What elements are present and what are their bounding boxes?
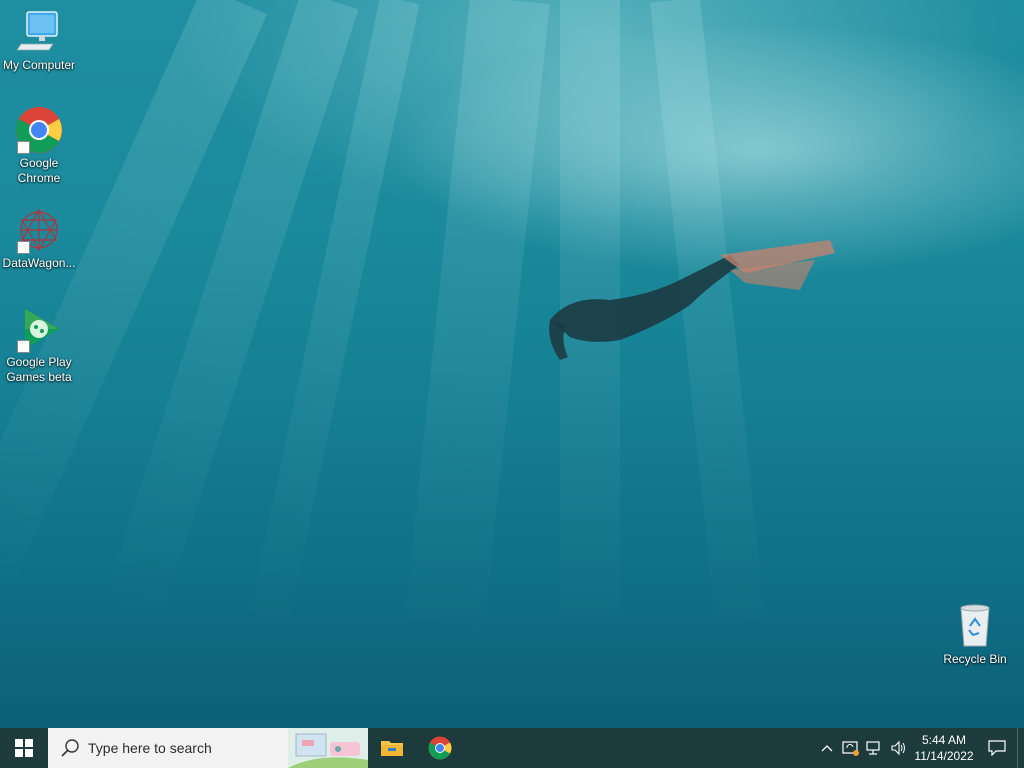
chevron-up-icon bbox=[821, 745, 833, 752]
notification-icon bbox=[988, 740, 1006, 756]
taskbar-search-box[interactable]: Type here to search bbox=[48, 728, 368, 768]
desktop-icon-google-chrome[interactable]: Google Chrome bbox=[1, 106, 77, 186]
update-icon bbox=[842, 741, 859, 756]
desktop-icon-google-play-games[interactable]: Google Play Games beta bbox=[1, 305, 77, 385]
shortcut-arrow-icon bbox=[17, 340, 30, 353]
recycle-bin-icon bbox=[951, 602, 999, 650]
desktop-background: My Computer Google Chrome DataWagon... G… bbox=[0, 0, 1024, 728]
taskbar-clock[interactable]: 5:44 AM 11/14/2022 bbox=[911, 728, 977, 768]
desktop-icon-label: My Computer bbox=[2, 58, 76, 72]
search-icon bbox=[61, 739, 79, 757]
volume-icon bbox=[891, 740, 905, 756]
tray-update-status[interactable] bbox=[839, 728, 863, 768]
taskbar-file-explorer[interactable] bbox=[368, 728, 416, 768]
google-play-games-icon bbox=[15, 305, 63, 353]
windows-logo-icon bbox=[15, 739, 33, 757]
search-highlight-illustration bbox=[288, 728, 368, 768]
search-placeholder: Type here to search bbox=[88, 740, 212, 756]
taskbar-google-chrome[interactable] bbox=[416, 728, 464, 768]
chrome-icon bbox=[15, 106, 63, 154]
show-hidden-icons-button[interactable] bbox=[815, 728, 839, 768]
chrome-icon bbox=[428, 736, 452, 760]
start-button[interactable] bbox=[0, 728, 48, 768]
tray-volume[interactable] bbox=[887, 728, 911, 768]
file-explorer-icon bbox=[381, 741, 403, 756]
show-desktop-button[interactable] bbox=[1017, 728, 1024, 768]
desktop-icon-label: Google Chrome bbox=[17, 156, 61, 185]
datawagon-icon bbox=[15, 206, 63, 254]
computer-icon bbox=[15, 8, 63, 56]
desktop-icon-label: DataWagon... bbox=[2, 256, 76, 270]
light-ray bbox=[390, 0, 550, 728]
desktop-icon-label: Recycle Bin bbox=[943, 652, 1007, 666]
swimmer-silhouette bbox=[549, 240, 835, 360]
shortcut-arrow-icon bbox=[17, 141, 30, 154]
action-center-button[interactable] bbox=[977, 728, 1017, 768]
desktop-icon-datawagon[interactable]: DataWagon... bbox=[1, 206, 77, 271]
clock-time: 5:44 AM bbox=[921, 733, 967, 747]
taskbar: Type here to search 5:44 AM 11/14/2022 bbox=[0, 728, 1024, 768]
desktop-icon-recycle-bin[interactable]: Recycle Bin bbox=[937, 602, 1013, 667]
desktop-icon-my-computer[interactable]: My Computer bbox=[1, 8, 77, 73]
clock-date: 11/14/2022 bbox=[914, 749, 974, 763]
network-icon bbox=[866, 741, 880, 755]
desktop-icon-label: Google Play Games beta bbox=[6, 355, 72, 384]
system-tray: 5:44 AM 11/14/2022 bbox=[815, 728, 1024, 768]
shortcut-arrow-icon bbox=[17, 241, 30, 254]
tray-network[interactable] bbox=[863, 728, 887, 768]
